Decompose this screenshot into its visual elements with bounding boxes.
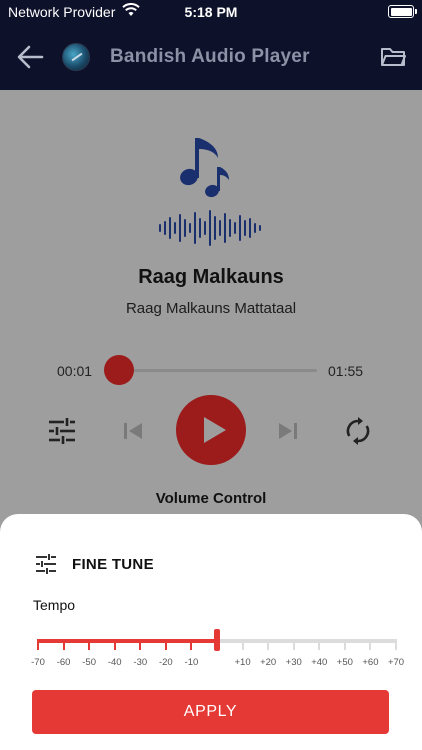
- music-note-icon: [180, 138, 229, 198]
- app-logo-icon: [62, 43, 90, 71]
- tempo-tick: [395, 639, 397, 650]
- tune-icon: [36, 554, 56, 574]
- tempo-label: Tempo: [33, 597, 76, 613]
- folder-icon[interactable]: [380, 46, 406, 68]
- total-time: 01:55: [328, 363, 364, 379]
- waveform-icon: [159, 210, 261, 246]
- tempo-tick-label: -10: [184, 657, 199, 668]
- play-button[interactable]: [176, 395, 246, 465]
- volume-control-label: Volume Control: [155, 490, 267, 507]
- tempo-thumb[interactable]: [214, 629, 220, 651]
- apply-button[interactable]: APPLY: [32, 690, 389, 734]
- tempo-tick: [139, 639, 142, 650]
- tempo-slider[interactable]: -70 -60 -50 -40 -30 -20 -10 +10 +20 +30 +40 +50 +60 +…: [31, 628, 404, 676]
- fine-tune-title: FINE TUNE: [72, 556, 154, 573]
- tempo-tick: [88, 639, 91, 650]
- tempo-tick: [267, 639, 270, 650]
- current-time: 00:01: [57, 363, 93, 379]
- tempo-tick: [190, 639, 193, 650]
- tempo-tick-label: +70: [387, 657, 405, 668]
- previous-icon[interactable]: [119, 417, 147, 445]
- play-icon: [204, 417, 226, 443]
- app-title: Bandish Audio Player: [110, 46, 310, 67]
- fine-tune-sheet: FINE TUNE Tempo -70 -60 -50 -40 -30 -20 -10 +10…: [0, 514, 422, 750]
- back-arrow-icon[interactable]: [16, 44, 44, 70]
- next-icon[interactable]: [274, 417, 302, 445]
- tempo-tick: [62, 639, 65, 650]
- tempo-tick: [37, 639, 39, 650]
- tempo-tick: [318, 639, 321, 650]
- tempo-tick: [343, 639, 346, 650]
- tempo-tick: [113, 639, 116, 650]
- adjust-icon[interactable]: [46, 415, 78, 447]
- repeat-icon[interactable]: [342, 415, 374, 447]
- progress-thumb[interactable]: [104, 355, 134, 385]
- tempo-tick: [369, 639, 372, 650]
- song-subtitle: Raag Malkauns Mattataal: [125, 300, 297, 317]
- carrier-label: Network Provider: [8, 4, 116, 20]
- battery-icon: [388, 5, 417, 18]
- app-bar: Bandish Audio Player: [0, 24, 422, 90]
- tempo-tick: [164, 639, 167, 650]
- song-title: Raag Malkauns: [138, 266, 284, 288]
- progress-track[interactable]: [120, 369, 317, 372]
- tempo-tick: [241, 639, 244, 650]
- status-bar: Network Provider 5:18 PM: [0, 0, 422, 24]
- wifi-icon: [122, 3, 140, 16]
- tempo-tick: [292, 639, 295, 650]
